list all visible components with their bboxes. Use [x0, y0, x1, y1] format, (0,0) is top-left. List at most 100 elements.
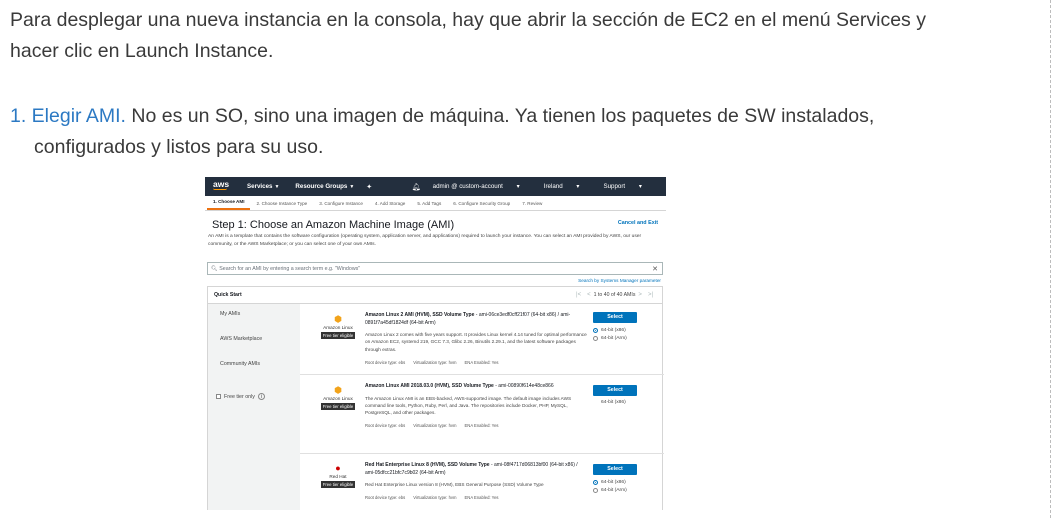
- next-page-icon[interactable]: >: [638, 292, 642, 298]
- chevron-down-icon: ▼: [349, 184, 355, 190]
- page-title: Step 1: Choose an Amazon Machine Image (…: [212, 219, 455, 231]
- ami-vendor-badge: ⬢ Amazon Linux Free tier eligible: [314, 384, 362, 410]
- radio-icon[interactable]: [593, 336, 598, 341]
- free-tier-badge: Free tier eligible: [320, 481, 356, 488]
- ami-root-device: Root device type: ebs: [365, 495, 406, 501]
- ami-search-input[interactable]: 🔍︎ Search for an AMI by entering a searc…: [207, 262, 663, 275]
- ami-details: Red Hat Enterprise Linux 8 (HVM), SSD Vo…: [365, 462, 587, 502]
- arch-radio-arm[interactable]: 64-bit (Arm): [593, 488, 653, 493]
- arch-radio-x86[interactable]: 64-bit (x86): [593, 328, 653, 333]
- chevron-down-icon: ▾: [516, 183, 520, 190]
- free-tier-badge: Free tier eligible: [320, 403, 356, 410]
- quick-start-label[interactable]: Quick Start: [214, 292, 304, 298]
- support-menu[interactable]: Support ▾: [603, 183, 654, 190]
- ssm-parameter-link[interactable]: Search by Systems Manager parameter: [578, 278, 661, 283]
- ami-details: Amazon Linux AMI 2018.03.0 (HVM), SSD Vo…: [365, 383, 587, 430]
- ami-ena: ENA Enabled: Yes: [464, 423, 499, 429]
- select-button[interactable]: Select: [593, 385, 637, 396]
- aws-console-screenshot: aws Services ▼ Resource Groups ▼ ✦ 🔔︎ admi…: [205, 177, 666, 510]
- ami-controls: Select 64-bit (x86) 64-bit (Arm): [593, 464, 653, 493]
- step-1-text-line-2: configurados y listos para su uso.: [34, 136, 324, 158]
- ami-root-device: Root device type: ebs: [365, 423, 406, 429]
- chevron-down-icon: ▾: [576, 183, 580, 190]
- account-menu[interactable]: admin @ custom-account ▾: [433, 183, 532, 190]
- step-1-text: No es un SO, sino una imagen de máquina.…: [125, 105, 875, 127]
- panel-header: Quick Start |< < 1 to 40 of 40 AMIs > >|: [208, 287, 662, 304]
- ami-virtualization: Virtualization type: hvm: [413, 495, 457, 501]
- sidebar-item-aws-marketplace[interactable]: AWS Marketplace: [220, 336, 262, 342]
- ami-controls: Select 64-bit (x86) 64-bit (Arm): [593, 312, 653, 341]
- ami-controls: Select 64-bit (x86): [593, 385, 653, 405]
- tab-review[interactable]: 7. Review: [516, 201, 548, 210]
- region-menu[interactable]: Ireland ▾: [544, 183, 592, 190]
- intro-line-1: Para desplegar una nueva instancia en la…: [10, 9, 926, 31]
- aws-top-nav: aws Services ▼ Resource Groups ▼ ✦ 🔔︎ admi…: [205, 177, 666, 196]
- resource-groups-menu[interactable]: Resource Groups ▼: [295, 183, 354, 190]
- chevron-down-icon: ▼: [274, 184, 280, 190]
- last-page-icon[interactable]: >|: [648, 292, 653, 298]
- ami-row: ⬢ Amazon Linux Free tier eligible Amazon…: [300, 375, 664, 454]
- page-description: An AMI is a template that contains the s…: [208, 234, 642, 247]
- amazon-linux-icon: ⬢: [334, 314, 342, 324]
- ami-panel: Quick Start |< < 1 to 40 of 40 AMIs > >|…: [207, 286, 664, 510]
- tab-add-tags[interactable]: 5. Add Tags: [411, 201, 447, 210]
- ami-ids: - ami-00890f614e48ce866: [493, 383, 554, 389]
- checkbox-icon[interactable]: [216, 394, 221, 399]
- ami-name: Amazon Linux AMI 2018.03.0 (HVM), SSD Vo…: [365, 383, 494, 389]
- free-tier-badge: Free tier eligible: [320, 332, 356, 339]
- arch-radio-x86[interactable]: 64-bit (x86): [593, 480, 653, 485]
- sidebar-item-my-amis[interactable]: My AMIs: [220, 311, 240, 317]
- aws-logo[interactable]: aws: [213, 180, 231, 190]
- amazon-linux-icon: ⬢: [334, 385, 342, 395]
- radio-selected-icon[interactable]: [593, 328, 598, 333]
- wizard-steps: 1. Choose AMI 2. Choose Instance Type 3.…: [205, 196, 666, 211]
- pager: |< < 1 to 40 of 40 AMIs > >|: [573, 292, 656, 298]
- ami-description: The Amazon Linux AMI is an EBS-backed, A…: [365, 395, 572, 416]
- ami-ena: ENA Enabled: Yes: [464, 360, 499, 366]
- intro-line-2: hacer clic en Launch Instance.: [10, 40, 274, 62]
- ami-architecture: 64-bit (x86): [601, 400, 626, 405]
- ami-row: ⬢ Amazon Linux Free tier eligible Amazon…: [300, 304, 664, 375]
- pager-count: 1 to 40 of 40 AMIs: [593, 292, 636, 298]
- tab-configure-instance[interactable]: 3. Configure Instance: [313, 201, 369, 210]
- first-page-icon[interactable]: |<: [576, 292, 581, 298]
- free-tier-only-checkbox[interactable]: Free tier only i: [216, 393, 265, 400]
- select-button[interactable]: Select: [593, 464, 637, 475]
- ami-details: Amazon Linux 2 AMI (HVM), SSD Volume Typ…: [365, 312, 587, 367]
- radio-icon[interactable]: [593, 488, 598, 493]
- ami-virtualization: Virtualization type: hvm: [413, 360, 457, 366]
- step-1-label: 1. Elegir AMI.: [10, 105, 126, 127]
- arch-radio-arm[interactable]: 64-bit (Arm): [593, 336, 653, 341]
- red-hat-icon: ●: [335, 463, 341, 473]
- tab-configure-security-group[interactable]: 6. Configure Security Group: [447, 201, 516, 210]
- ami-vendor-badge: ⬢ Amazon Linux Free tier eligible: [314, 313, 362, 339]
- ami-source-sidebar: My AMIs AWS Marketplace Community AMIs F…: [208, 304, 300, 510]
- services-menu[interactable]: Services ▼: [247, 183, 279, 190]
- sidebar-item-community-amis[interactable]: Community AMIs: [220, 361, 260, 367]
- ami-row: ● Red Hat Free tier eligible Red Hat Ent…: [300, 454, 664, 510]
- pin-icon[interactable]: ✦: [366, 183, 372, 191]
- cancel-and-exit-link[interactable]: Cancel and Exit: [618, 220, 658, 226]
- ami-description: Amazon Linux 2 comes with five years sup…: [365, 332, 587, 352]
- ami-root-device: Root device type: ebs: [365, 360, 406, 366]
- ami-vendor-badge: ● Red Hat Free tier eligible: [314, 462, 362, 488]
- bell-icon[interactable]: 🔔︎: [412, 183, 421, 191]
- ami-description: Red Hat Enterprise Linux version 8 (HVM)…: [365, 482, 544, 488]
- search-icon: 🔍︎: [211, 265, 218, 272]
- select-button[interactable]: Select: [593, 312, 637, 323]
- tab-choose-instance-type[interactable]: 2. Choose Instance Type: [250, 201, 313, 210]
- ami-name: Red Hat Enterprise Linux 8 (HVM), SSD Vo…: [365, 462, 490, 468]
- slide-border: [1050, 0, 1051, 518]
- ami-virtualization: Virtualization type: hvm: [413, 423, 457, 429]
- intro-paragraph: Para desplegar una nueva instancia en la…: [10, 5, 1050, 67]
- ami-ena: ENA Enabled: Yes: [464, 495, 499, 501]
- radio-selected-icon[interactable]: [593, 480, 598, 485]
- tab-choose-ami[interactable]: 1. Choose AMI: [207, 199, 251, 210]
- tab-add-storage[interactable]: 4. Add Storage: [369, 201, 411, 210]
- chevron-down-icon: ▾: [638, 183, 642, 190]
- close-icon[interactable]: ✕: [652, 265, 658, 273]
- info-icon[interactable]: i: [257, 393, 265, 400]
- prev-page-icon[interactable]: <: [587, 292, 591, 298]
- step-1-paragraph: 1. Elegir AMI. No es un SO, sino una ima…: [10, 101, 1050, 163]
- ami-name: Amazon Linux 2 AMI (HVM), SSD Volume Typ…: [365, 312, 475, 318]
